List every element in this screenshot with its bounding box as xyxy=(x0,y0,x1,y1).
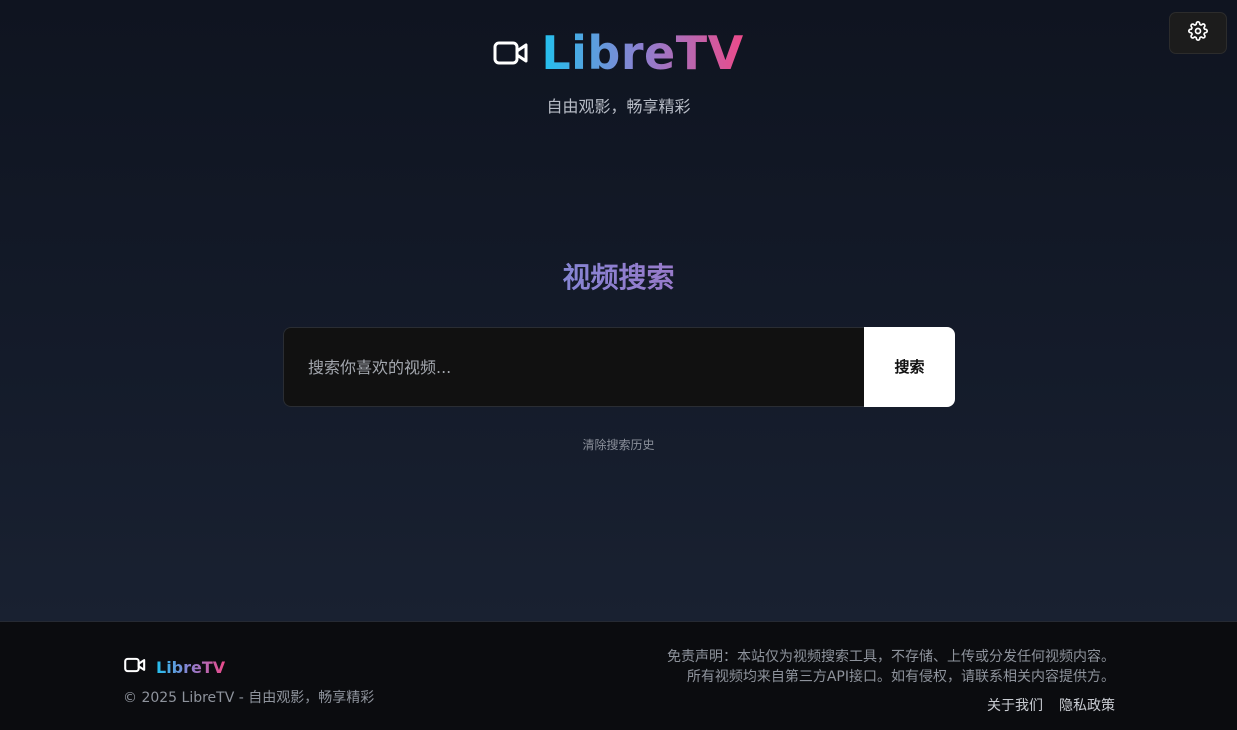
clear-history-link[interactable]: 清除搜索历史 xyxy=(0,436,1237,453)
video-camera-icon xyxy=(493,39,529,67)
site-tagline: 自由观影，畅享精彩 xyxy=(546,97,691,116)
search-bar: 搜索 xyxy=(283,327,955,407)
site-header: LibreTV xyxy=(0,26,1237,80)
footer-brand: LibreTV xyxy=(124,657,225,677)
disclaimer-line: 免责声明：本站仅为视频搜索工具，不存储、上传或分发任何视频内容。 xyxy=(667,649,1115,665)
privacy-policy-link[interactable]: 隐私政策 xyxy=(1059,695,1115,715)
disclaimer-line: 所有视频均来自第三方API接口。如有侵权，请联系相关内容提供方。 xyxy=(686,669,1115,685)
about-us-link[interactable]: 关于我们 xyxy=(987,695,1043,715)
footer-links: 关于我们 隐私政策 xyxy=(987,695,1115,715)
site-footer: LibreTV © 2025 LibreTV - 自由观影，畅享精彩 免责声明：… xyxy=(0,621,1237,730)
search-button[interactable]: 搜索 xyxy=(864,327,955,407)
site-title[interactable]: LibreTV xyxy=(541,26,743,80)
video-camera-icon xyxy=(124,657,146,677)
search-input[interactable] xyxy=(283,327,864,407)
disclaimer: 免责声明：本站仅为视频搜索工具，不存储、上传或分发任何视频内容。 所有视频均来自… xyxy=(667,647,1115,687)
footer-brand-name: LibreTV xyxy=(156,657,226,677)
search-heading: 视频搜索 xyxy=(0,259,1237,297)
copyright-text: © 2025 LibreTV - 自由观影，畅享精彩 xyxy=(123,690,375,706)
